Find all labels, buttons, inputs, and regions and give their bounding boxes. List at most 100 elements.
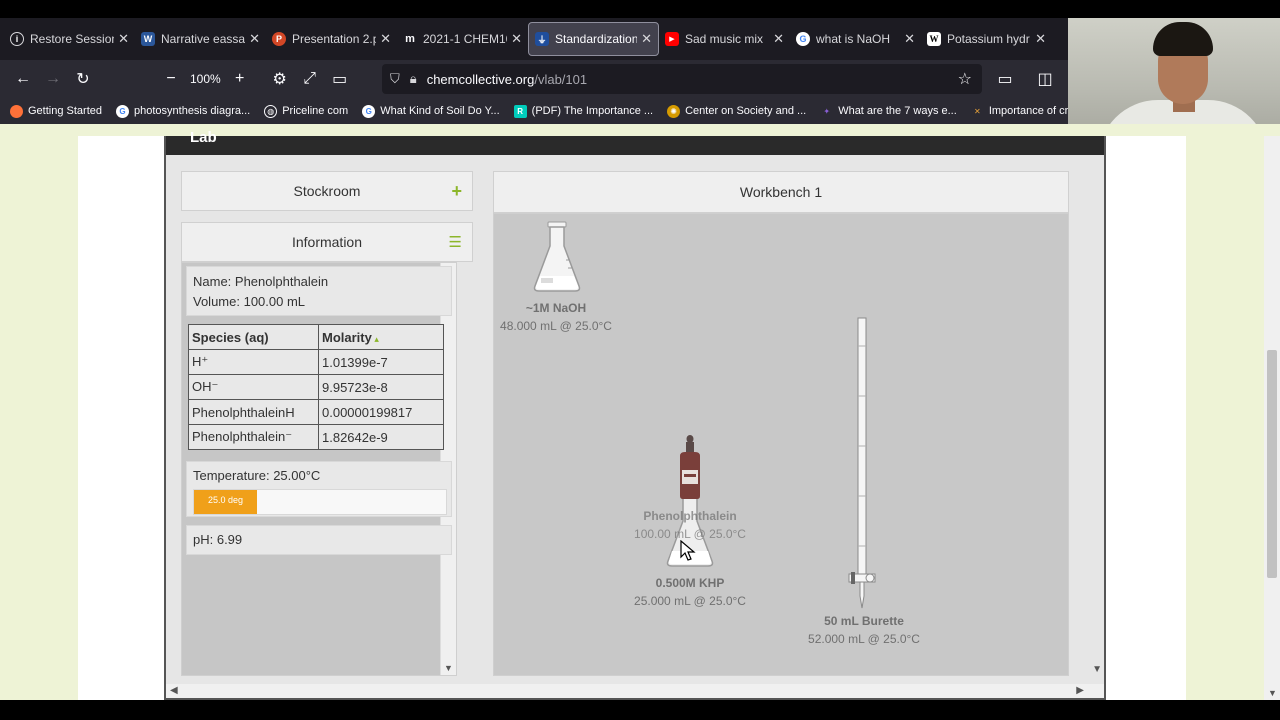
phenolphthalein-name: Phenolphthalein [643,509,737,523]
naoh-flask-icon[interactable] [531,220,583,294]
youtube-icon: ▶ [665,32,679,46]
page-scrollbar[interactable]: ▼ [1264,136,1280,700]
bolt-icon: ✕ [973,106,981,116]
information-header[interactable]: Information ☰ [181,222,473,262]
tab-potassium-hydroxide[interactable]: W Potassium hydr ✕ [921,22,1052,56]
lab-title: Lab [190,129,217,146]
star-icon[interactable]: ☆ [958,69,972,89]
close-icon[interactable]: ✕ [904,31,915,47]
bookmark-label: Center on Society and ... [685,105,807,117]
back-arrow-icon[interactable]: ← [8,64,38,94]
address-bar[interactable]: ⛉ 🔒︎ chemcollective.org/vlab/101 ☆ [382,64,982,94]
globe-icon: ◍ [264,104,278,118]
close-icon[interactable]: ✕ [118,31,129,47]
bookmark-photosynthesis[interactable]: G photosynthesis diagra... [116,104,251,118]
molarity-header[interactable]: Molarity ▴ [318,324,444,350]
mouse-cursor-icon [680,540,696,561]
webcam-overlay [1068,18,1280,136]
lab-scroll-down-icon[interactable]: ▼ [1092,664,1102,675]
burette-icon[interactable] [846,316,878,612]
menu-icon[interactable]: ☰ [449,233,462,251]
close-icon[interactable]: ✕ [380,31,391,47]
species-cell: OH⁻ [188,374,319,400]
species-header[interactable]: Species (aq) [188,324,319,350]
wikipedia-icon: W [927,32,941,46]
tab-what-is-naoh[interactable]: G what is NaOH ✕ [790,22,921,56]
phenolphthalein-bottle-icon[interactable] [677,434,703,500]
bookmark-label: Importance of cr [988,105,1068,117]
bookmark-label: photosynthesis diagra... [134,105,251,117]
zoom-out-icon[interactable]: − [156,64,186,94]
bookmark-label: Getting Started [28,105,102,117]
bookmark-importance-of[interactable]: ✕ Importance of cr [971,105,1068,118]
m-icon: m [405,33,415,45]
url-path: /vlab/101 [534,71,588,87]
burette-detail: 52.000 mL @ 25.0°C [808,632,920,646]
virtual-lab: Lab Stockroom + Information ☰ ▲ ▼ Name: … [164,130,1106,700]
temperature-slider[interactable]: 25.0 deg [193,489,447,515]
sparkle-icon: ✦ [823,106,831,116]
zoom-in-icon[interactable]: + [225,64,255,94]
horizontal-scrollbar[interactable]: ◀ ▶ [166,684,1104,698]
tab-sad-music-mix[interactable]: ▶ Sad music mix ✕ [659,22,790,56]
tab-label: Presentation 2.p [292,32,377,46]
solution-summary: Name: Phenolphthalein Volume: 100.00 mL [186,266,452,316]
tab-label: what is NaOH [816,32,891,46]
temperature-slider-fill[interactable]: 25.0 deg [194,490,257,514]
workbench-header[interactable]: Workbench 1 [493,171,1069,213]
sidebar-icon[interactable]: ◫ [1030,64,1060,94]
folder-icon[interactable]: ▭ [325,64,355,94]
species-table: Species (aq) Molarity ▴ H⁺ 1.01399e-7 OH… [188,324,444,450]
bookmark-pdf-importance[interactable]: R (PDF) The Importance ... [513,104,654,118]
reload-icon[interactable]: ↻ [68,64,98,94]
lock-icon[interactable]: 🔒︎ [410,71,417,87]
tab-narrative-essay[interactable]: W Narrative eassay ✕ [135,22,266,56]
stockroom-header[interactable]: Stockroom + [181,171,473,211]
gear-icon[interactable]: ⚙ [265,64,295,94]
google-icon: G [362,104,376,118]
phenolphthalein-label: Phenolphthalein 100.00 mL @ 25.0°C [634,507,746,543]
url-domain: chemcollective.org [426,71,535,87]
page-scroll-down-icon[interactable]: ▼ [1268,688,1277,698]
bookmark-label: (PDF) The Importance ... [531,105,654,117]
bookmark-7-ways[interactable]: ✦ What are the 7 ways e... [820,105,957,118]
lab-header: Lab [166,130,1104,155]
sort-icon[interactable]: ▴ [372,334,379,344]
fullscreen-icon[interactable]: ⤢ [295,64,325,94]
close-icon[interactable]: ✕ [511,31,522,47]
scroll-right-icon[interactable]: ▶ [1076,685,1084,696]
tab-label: Sad music mix [685,32,764,46]
molarity-cell: 0.00000199817 [318,399,444,425]
tab-restore-session[interactable]: i Restore Session ✕ [4,22,135,56]
researchgate-icon: R [513,104,527,118]
bookmark-label: What Kind of Soil Do Y... [380,105,500,117]
tab-standardization[interactable]: ⏚ Standardization ✕ [528,22,659,56]
page-scrollbar-thumb[interactable] [1267,350,1277,578]
zoom-level[interactable]: 100% [190,72,221,86]
bookmark-getting-started[interactable]: Getting Started [10,104,102,118]
shield-icon[interactable]: ⛉ [390,71,400,87]
close-icon[interactable]: ✕ [773,31,784,47]
tab-presentation[interactable]: P Presentation 2.p ✕ [266,22,397,56]
close-icon[interactable]: ✕ [641,31,652,47]
species-cell: PhenolphthaleinH [188,399,319,425]
scroll-down-icon[interactable]: ▼ [444,663,453,673]
bookmark-center-on-society[interactable]: ✺ Center on Society and ... [667,104,807,118]
chemcollective-icon: ⏚ [535,32,549,46]
downloads-folder-icon[interactable]: ▭ [990,64,1020,94]
forward-arrow-icon[interactable]: → [38,64,68,94]
tab-label: Restore Session [30,32,115,46]
bookmark-label: What are the 7 ways e... [838,105,957,117]
webcam-person-hair [1153,22,1213,56]
khp-label: 0.500M KHP 25.000 mL @ 25.0°C [634,574,746,610]
tab-chem10[interactable]: m 2021-1 CHEM10 ✕ [397,22,528,56]
word-icon: W [141,32,155,46]
plus-icon[interactable]: + [451,181,462,202]
close-icon[interactable]: ✕ [249,31,260,47]
close-icon[interactable]: ✕ [1035,31,1046,47]
firefox-icon [10,104,23,118]
scroll-left-icon[interactable]: ◀ [170,685,178,696]
bookmark-priceline[interactable]: ◍ Priceline com [264,104,348,118]
molarity-header-label: Molarity [322,329,372,345]
bookmark-soil[interactable]: G What Kind of Soil Do Y... [362,104,500,118]
